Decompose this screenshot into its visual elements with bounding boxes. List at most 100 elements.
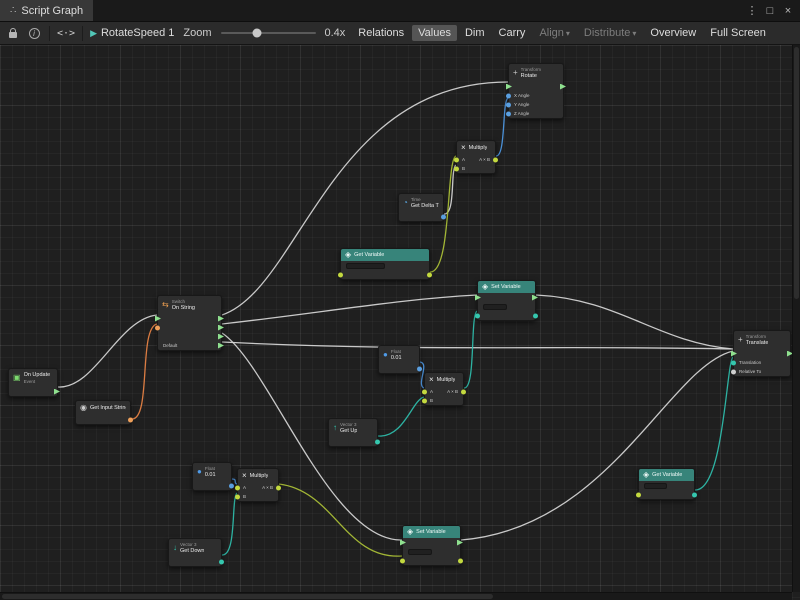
value-port[interactable] bbox=[636, 492, 641, 497]
flow-port[interactable] bbox=[54, 389, 60, 395]
toolbar-button-relations[interactable]: Relations bbox=[352, 25, 410, 41]
toolbar-button-overview[interactable]: Overview bbox=[644, 25, 702, 41]
node-header: ◈Set Variable bbox=[478, 281, 535, 293]
value-port[interactable] bbox=[422, 389, 427, 394]
value-port[interactable] bbox=[454, 157, 459, 162]
string-port[interactable] bbox=[128, 417, 133, 422]
lock-button[interactable] bbox=[5, 24, 21, 42]
value-port[interactable] bbox=[454, 166, 459, 171]
vector-port[interactable] bbox=[692, 492, 697, 497]
node-row: AA × B bbox=[238, 483, 278, 492]
zoom-slider-handle[interactable] bbox=[252, 29, 261, 38]
node-get-variable-2[interactable]: ◈Get Variable bbox=[638, 468, 695, 500]
value-port[interactable] bbox=[427, 272, 432, 277]
flow-port[interactable] bbox=[475, 295, 481, 301]
flow-port[interactable] bbox=[218, 325, 224, 331]
zoom-slider[interactable] bbox=[221, 32, 316, 34]
horizontal-scrollbar[interactable] bbox=[0, 592, 792, 600]
node-row bbox=[478, 293, 535, 302]
node-get-input-string[interactable]: ◉Get Input String bbox=[75, 400, 131, 425]
flow-port[interactable] bbox=[532, 295, 538, 301]
flow-port[interactable] bbox=[400, 540, 406, 546]
node-multiply-3[interactable]: ×MultiplyAA × BB bbox=[237, 468, 279, 502]
flow-port[interactable] bbox=[560, 84, 566, 90]
flow-port[interactable] bbox=[506, 84, 512, 90]
toolbar-button-dim[interactable]: Dim bbox=[459, 25, 491, 41]
toolbar-button-distribute[interactable]: Distribute▾ bbox=[578, 25, 642, 41]
node-set-variable-1[interactable]: ◈Set Variable bbox=[477, 280, 536, 321]
node-header: ×Multiply bbox=[425, 373, 463, 387]
node-rotate[interactable]: +TransformRotateX AngleY AngleZ Angle bbox=[508, 63, 564, 119]
string-port[interactable] bbox=[155, 325, 160, 330]
transform-icon: + bbox=[513, 69, 518, 77]
node-switch-on-string[interactable]: ⇆SwitchOn StringDefault bbox=[157, 295, 222, 351]
menu-icon[interactable]: ⋮ bbox=[743, 0, 761, 22]
vector-port[interactable] bbox=[731, 360, 736, 365]
toolbar-button-carry[interactable]: Carry bbox=[493, 25, 532, 41]
value-port[interactable] bbox=[422, 398, 427, 403]
toolbar-button-values[interactable]: Values bbox=[412, 25, 457, 41]
float-port[interactable] bbox=[441, 214, 446, 219]
node-float-1[interactable]: ●Float0.01 bbox=[378, 345, 420, 374]
node-title: Multiply bbox=[250, 473, 269, 480]
code-view-button[interactable]: <·> bbox=[57, 24, 75, 42]
value-port[interactable] bbox=[400, 558, 405, 563]
toolbar-button-label: Full Screen bbox=[710, 27, 766, 39]
node-row bbox=[509, 82, 563, 91]
info-button[interactable]: i bbox=[26, 24, 42, 42]
close-icon[interactable]: × bbox=[779, 0, 797, 22]
flow-port[interactable] bbox=[218, 334, 224, 340]
float-port[interactable] bbox=[506, 111, 511, 116]
vector-port[interactable] bbox=[475, 313, 480, 318]
node-header: ×Multiply bbox=[238, 469, 278, 483]
flow-port[interactable] bbox=[218, 343, 224, 349]
value-port[interactable] bbox=[235, 494, 240, 499]
node-titles: Set Variable bbox=[416, 529, 446, 536]
flow-port[interactable] bbox=[457, 540, 463, 546]
node-get-delta-time[interactable]: ◔TimeGet Delta Time bbox=[398, 193, 444, 222]
variable-name-field[interactable] bbox=[346, 263, 385, 269]
value-port[interactable] bbox=[461, 389, 466, 394]
vertical-scrollbar[interactable] bbox=[792, 45, 800, 592]
vertical-scrollbar-thumb[interactable] bbox=[794, 47, 799, 299]
toolbar-button-full-screen[interactable]: Full Screen bbox=[704, 25, 772, 41]
value-port[interactable] bbox=[338, 272, 343, 277]
node-vector3-get-down[interactable]: ↓Vector 3Get Down bbox=[168, 538, 222, 567]
flow-port[interactable] bbox=[155, 316, 161, 322]
variable-name-field[interactable] bbox=[483, 304, 507, 310]
node-translate[interactable]: +TransformTranslateTranslationRelative T… bbox=[733, 330, 791, 377]
value-port[interactable] bbox=[493, 157, 498, 162]
misc-port[interactable] bbox=[731, 369, 736, 374]
vector-port[interactable] bbox=[219, 559, 224, 564]
float-port[interactable] bbox=[229, 483, 234, 488]
graph-breadcrumb[interactable]: ▶ RotateSpeed 1 bbox=[90, 27, 174, 39]
node-multiply-1[interactable]: ×MultiplyAA × BB bbox=[456, 140, 496, 174]
float-port[interactable] bbox=[417, 366, 422, 371]
node-header: ↓Vector 3Get Down bbox=[169, 539, 221, 557]
float-port[interactable] bbox=[506, 93, 511, 98]
vector-port[interactable] bbox=[375, 439, 380, 444]
graph-canvas[interactable]: +TransformRotateX AngleY AngleZ Angle ×Mu… bbox=[0, 45, 800, 600]
node-vector3-get-up[interactable]: ↑Vector 3Get Up bbox=[328, 418, 378, 447]
node-row bbox=[399, 212, 443, 221]
vector-down-icon: ↓ bbox=[173, 544, 177, 552]
toolbar-button-align[interactable]: Align▾ bbox=[533, 25, 575, 41]
tab-script-graph[interactable]: ∴ Script Graph bbox=[0, 0, 93, 21]
node-set-variable-2[interactable]: ◈Set Variable bbox=[402, 525, 461, 566]
variable-name-field[interactable] bbox=[644, 483, 667, 489]
flow-port[interactable] bbox=[218, 316, 224, 322]
horizontal-scrollbar-thumb[interactable] bbox=[2, 594, 493, 599]
node-on-update[interactable]: ▣On UpdateEvent bbox=[8, 368, 58, 397]
value-port[interactable] bbox=[235, 485, 240, 490]
maximize-icon[interactable]: □ bbox=[761, 0, 779, 22]
node-multiply-2[interactable]: ×MultiplyAA × BB bbox=[424, 372, 464, 406]
value-port[interactable] bbox=[276, 485, 281, 490]
flow-port[interactable] bbox=[731, 351, 737, 357]
node-float-2[interactable]: ●Float0.01 bbox=[192, 462, 232, 491]
node-get-variable-1[interactable]: ◈Get Variable bbox=[340, 248, 430, 280]
float-port[interactable] bbox=[506, 102, 511, 107]
value-port[interactable] bbox=[458, 558, 463, 563]
vector-port[interactable] bbox=[533, 313, 538, 318]
variable-name-field[interactable] bbox=[408, 549, 432, 555]
script-graph-icon: ∴ bbox=[10, 5, 16, 16]
